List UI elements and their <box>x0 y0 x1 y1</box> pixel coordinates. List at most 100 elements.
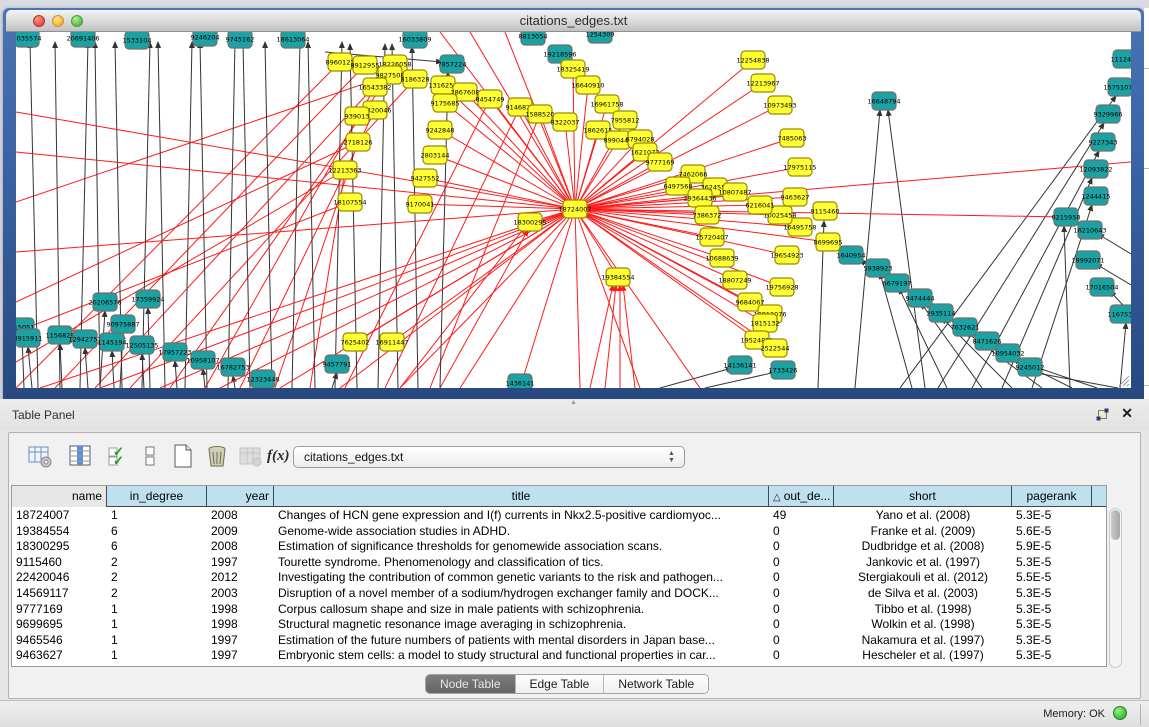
table-cell: Investigating the contribution of common… <box>274 570 769 586</box>
svg-text:10807487: 10807487 <box>718 189 751 197</box>
table-mode-icon[interactable] <box>27 443 53 469</box>
table-cell: 0 <box>769 539 834 555</box>
table-cell: Corpus callosum shape and size in male p… <box>274 602 769 618</box>
table-cell: 1997 <box>207 555 274 571</box>
table-cell: 1998 <box>207 602 274 618</box>
column-header-in_degree[interactable]: in_degree <box>107 486 207 507</box>
table-cell: 1997 <box>207 633 274 649</box>
table-cell: 14569117 <box>12 586 107 602</box>
table-cell: 2 <box>107 586 207 602</box>
scrollbar-thumb[interactable] <box>1111 510 1120 540</box>
delete-column-icon[interactable] <box>204 443 230 469</box>
network-table-select[interactable]: citations_edges.txt ▲▼ <box>293 446 685 468</box>
float-panel-icon[interactable] <box>1096 408 1109 421</box>
import-table-icon[interactable] <box>237 443 263 469</box>
table-cell: 19384554 <box>12 524 107 540</box>
table-cell: Embryonic stem cells: a model to study s… <box>274 648 769 664</box>
svg-text:16961758: 16961758 <box>590 101 623 109</box>
table-cell: Genome-wide association studies in ADHD. <box>274 524 769 540</box>
status-divider <box>1140 704 1141 725</box>
tab-network-table[interactable]: Network Table <box>604 675 708 693</box>
svg-text:6794028: 6794028 <box>626 136 655 144</box>
svg-text:18992071: 18992071 <box>1071 257 1104 265</box>
table-row[interactable]: 1872400712008Changes of HCN gene express… <box>12 508 1106 524</box>
stacked-rows-icon[interactable] <box>137 443 163 469</box>
column-header-pagerank[interactable]: pagerank <box>1012 486 1092 507</box>
show-column-icon[interactable] <box>67 443 93 469</box>
table-cell: Hescheler et al. (1997) <box>834 648 1012 664</box>
table-row[interactable]: 911546021997Tourette syndrome. Phenomeno… <box>12 555 1106 571</box>
close-panel-icon[interactable]: ✕ <box>1121 405 1133 422</box>
svg-text:1167533: 1167533 <box>1108 311 1131 319</box>
table-row[interactable]: 977716911998Corpus callosum shape and si… <box>12 602 1106 618</box>
table-cell: 1 <box>107 617 207 633</box>
vertical-scrollbar[interactable] <box>1109 508 1122 668</box>
svg-text:9242848: 9242848 <box>426 127 455 135</box>
memory-status-indicator[interactable] <box>1113 706 1127 720</box>
column-header-title[interactable]: title <box>274 486 769 507</box>
splitter-handle[interactable]: ▲ <box>570 400 579 405</box>
svg-text:17975115: 17975115 <box>783 164 816 172</box>
svg-text:4035574: 4035574 <box>16 35 41 43</box>
table-cell: 0 <box>769 648 834 664</box>
column-header-short[interactable]: short <box>834 486 1012 507</box>
tab-edge-table[interactable]: Edge Table <box>516 675 605 693</box>
table-cell: Stergiakouli et al. (2012) <box>834 570 1012 586</box>
table-cell: 5.3E-5 <box>1012 508 1092 524</box>
svg-text:16210643: 16210643 <box>1073 227 1106 235</box>
network-table-select-value: citations_edges.txt <box>304 450 403 464</box>
table-cell: 0 <box>769 633 834 649</box>
table-row[interactable]: 969969511998Structural magnetic resonanc… <box>12 617 1106 633</box>
column-header-year[interactable]: year <box>207 486 274 507</box>
svg-text:18724007: 18724007 <box>558 206 591 214</box>
table-cell: 9463627 <box>12 648 107 664</box>
table-cell: 2012 <box>207 570 274 586</box>
svg-text:8215958: 8215958 <box>1052 214 1081 222</box>
svg-text:3915911: 3915911 <box>16 335 42 343</box>
svg-text:1733426: 1733426 <box>769 367 798 375</box>
table-row[interactable]: 1830029562008Estimation of significance … <box>12 539 1106 555</box>
row-checks-icon[interactable]: ✓✓ <box>105 443 131 469</box>
memory-status-label: Memory: OK <box>1043 708 1105 720</box>
table-row[interactable]: 1938455462009Genome-wide association stu… <box>12 524 1106 540</box>
table-row[interactable]: 2242004622012Investigating the contribut… <box>12 570 1106 586</box>
table-body: 1872400712008Changes of HCN gene express… <box>12 508 1106 664</box>
window-title: citations_edges.txt <box>6 13 1141 28</box>
table-cell: Wolkin et al. (1998) <box>834 617 1012 633</box>
table-cell: Franke et al. (2009) <box>834 524 1012 540</box>
svg-text:939013: 939013 <box>345 113 370 121</box>
table-cell: 5.3E-5 <box>1012 586 1092 602</box>
svg-text:2935114: 2935114 <box>927 310 956 318</box>
new-column-icon[interactable] <box>170 443 196 469</box>
svg-text:9457791: 9457791 <box>323 361 352 369</box>
svg-text:7632621: 7632621 <box>951 324 980 332</box>
svg-text:15751074: 15751074 <box>1103 84 1131 92</box>
column-header-name[interactable]: name <box>12 486 107 507</box>
svg-text:5938923: 5938923 <box>864 265 893 273</box>
svg-text:9463627: 9463627 <box>781 194 810 202</box>
svg-text:14136141: 14136141 <box>723 362 756 370</box>
table-cell: 0 <box>769 586 834 602</box>
table-row[interactable]: 946554611997Estimation of the future num… <box>12 633 1106 649</box>
column-header-out_de[interactable]: △out_de... <box>769 486 834 507</box>
svg-text:10688639: 10688639 <box>705 255 738 263</box>
table-cell: 5.5E-5 <box>1012 570 1092 586</box>
table-type-tabs: Node TableEdge TableNetwork Table <box>425 674 709 694</box>
svg-text:8454749: 8454749 <box>476 96 505 104</box>
resize-grip-icon[interactable] <box>1116 373 1130 387</box>
svg-text:9745162: 9745162 <box>226 36 255 44</box>
table-row[interactable]: 946362711997Embryonic stem cells: a mode… <box>12 648 1106 664</box>
table-cell: 5.3E-5 <box>1012 555 1092 571</box>
table-row[interactable]: 1456911722003Disruption of a novel membe… <box>12 586 1106 602</box>
svg-text:16495758: 16495758 <box>783 224 816 232</box>
citation-network-graph[interactable]: 4035574206914061533104924620497451621861… <box>16 32 1131 388</box>
table-cell: 5.3E-5 <box>1012 648 1092 664</box>
svg-text:6216041: 6216041 <box>746 202 775 210</box>
network-canvas[interactable]: 4035574206914061533104924620497451621861… <box>16 32 1131 388</box>
svg-text:7857224: 7857224 <box>438 61 467 69</box>
tab-node-table[interactable]: Node Table <box>426 675 516 693</box>
function-builder-icon[interactable]: f(x) <box>267 447 293 473</box>
svg-text:17957223: 17957223 <box>158 349 191 357</box>
window-titlebar[interactable]: citations_edges.txt <box>6 10 1141 32</box>
table-panel: ▲ Table Panel ✕ ✓✓ <box>0 399 1149 700</box>
